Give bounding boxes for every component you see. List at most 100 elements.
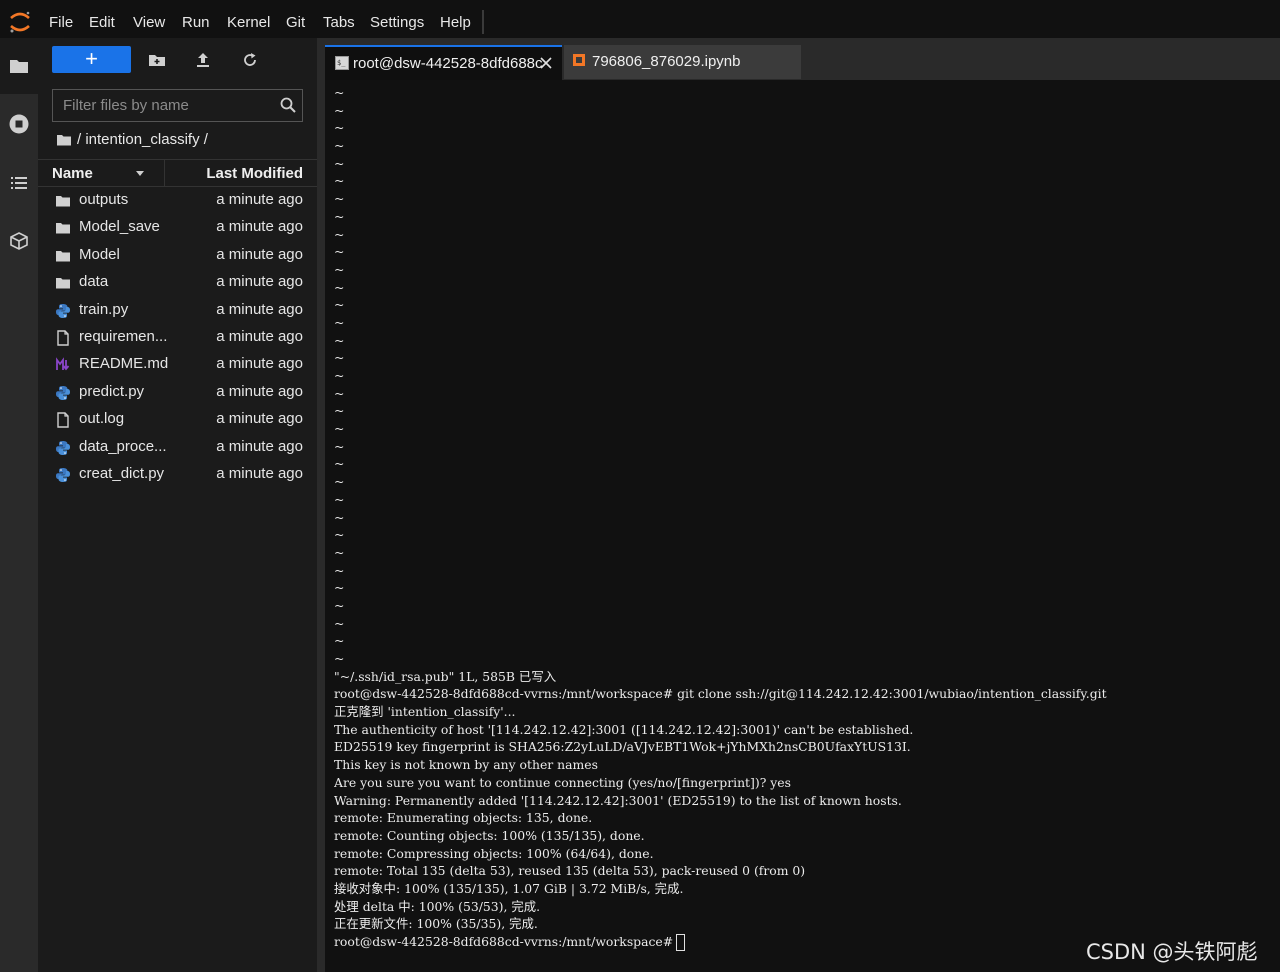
terminal-tilde-line: ~ [334, 261, 345, 277]
file-row[interactable]: predict.py a minute ago [38, 379, 317, 406]
notebook-icon [573, 54, 585, 66]
close-icon[interactable] [539, 56, 553, 70]
column-divider[interactable] [164, 160, 165, 186]
file-modified: a minute ago [216, 191, 303, 208]
file-name: data [79, 273, 109, 291]
watermark: CSDN @头铁阿彪 [1086, 940, 1258, 964]
menu-kernel[interactable]: Kernel [227, 14, 270, 31]
text-file-icon [55, 330, 71, 346]
terminal-tilde-line: ~ [334, 332, 345, 348]
terminal-tilde-line: ~ [334, 85, 345, 100]
file-row[interactable]: Model_save a minute ago [38, 214, 317, 241]
terminal-tilde-line: ~ [334, 633, 345, 649]
file-name: creat_dict.py [79, 464, 165, 482]
search-icon[interactable] [279, 96, 297, 114]
sort-down-icon[interactable] [135, 168, 145, 178]
menu-run[interactable]: Run [182, 14, 210, 31]
terminal-tilde-line: ~ [334, 226, 345, 242]
terminal-prompt: root@dsw-442528-8dfd688cd-vvrns:/mnt/wor… [334, 934, 674, 949]
file-row[interactable]: outputs a minute ago [38, 187, 317, 214]
refresh-icon[interactable] [240, 50, 260, 70]
terminal-tilde-line: ~ [334, 403, 345, 419]
terminal-output: ~ ~ ~ ~ ~ ~ ~ ~ ~ ~ ~ ~ ~ ~ ~ ~ ~ ~ ~ ~ ~ ~ ~ ~ ~ ~ ~ ~ ~ ~ ~ ~ ~ "~/.ssh… [334, 84, 1274, 951]
menu-view[interactable]: View [133, 14, 165, 31]
terminal-tilde-line: ~ [334, 527, 345, 543]
file-name: Model_save [79, 218, 160, 236]
terminal-tilde-line: ~ [334, 474, 345, 490]
jupyterlab-window: File Edit View Run Kernel Git Tabs Setti… [0, 0, 1280, 972]
breadcrumb-path[interactable]: / intention_classify / [77, 131, 208, 148]
file-browser-panel: + / intention_classify / N [38, 38, 317, 972]
toc-icon[interactable] [8, 172, 30, 194]
terminal-line: remote: Total 135 (delta 53), reused 135… [334, 863, 806, 879]
file-row[interactable]: creat_dict.py a minute ago [38, 461, 317, 488]
terminal-tilde-line: ~ [334, 138, 345, 154]
menu-edit[interactable]: Edit [89, 14, 115, 31]
terminal-tilde-line: ~ [334, 597, 345, 613]
file-name: out.log [79, 410, 125, 428]
terminal-tilde-line: ~ [334, 102, 345, 118]
terminal-line: 正在更新文件: 100% (35/35), 完成. [334, 916, 538, 932]
jupyter-logo-icon [10, 11, 30, 33]
terminal-line: Warning: Permanently added '[114.242.12.… [334, 792, 902, 808]
python-file-icon [55, 385, 71, 401]
file-modified: a minute ago [216, 355, 303, 373]
folder-icon [55, 275, 71, 291]
folder-icon[interactable] [8, 55, 30, 77]
left-activity-bar [0, 38, 38, 972]
terminal-line: remote: Compressing objects: 100% (64/64… [334, 845, 654, 861]
column-name-header[interactable]: Name [52, 165, 93, 182]
menu-help[interactable]: Help [440, 14, 471, 31]
panel-splitter[interactable] [317, 38, 325, 972]
terminal-tilde-line: ~ [334, 509, 345, 525]
file-modified: a minute ago [216, 437, 303, 455]
tab-terminal-label: root@dsw-442528-8dfd688c [353, 55, 543, 72]
terminal-tilde-line: ~ [334, 297, 345, 313]
file-name: README.md [79, 355, 169, 373]
menu-git[interactable]: Git [286, 14, 305, 31]
extension-icon[interactable] [8, 230, 30, 252]
breadcrumb: / intention_classify / [56, 131, 208, 148]
terminal-tilde-line: ~ [334, 208, 345, 224]
terminal-tilde-line: ~ [334, 491, 345, 507]
file-modified: a minute ago [216, 300, 303, 318]
tab-terminal[interactable]: $_ root@dsw-442528-8dfd688c [325, 45, 562, 80]
file-row[interactable]: data_proce... a minute ago [38, 434, 317, 461]
file-row[interactable]: out.log a minute ago [38, 406, 317, 433]
terminal-tilde-line: ~ [334, 421, 345, 437]
menu-tabs[interactable]: Tabs [323, 14, 355, 31]
new-launcher-button[interactable]: + [52, 46, 131, 73]
terminal-icon: $_ [335, 56, 349, 70]
file-row[interactable]: Model a minute ago [38, 242, 317, 269]
terminal-line: 处理 delta 中: 100% (53/53), 完成. [334, 898, 541, 914]
menu-file[interactable]: File [49, 14, 73, 31]
terminal-tilde-line: ~ [334, 456, 345, 472]
terminal-line: The authenticity of host '[114.242.12.42… [334, 721, 914, 737]
file-row[interactable]: data a minute ago [38, 269, 317, 296]
running-icon[interactable] [8, 113, 30, 135]
column-modified-header[interactable]: Last Modified [206, 165, 303, 182]
terminal-line: This key is not known by any other names [334, 757, 598, 773]
file-name: requiremen... [79, 327, 168, 345]
terminal-view[interactable]: ~ ~ ~ ~ ~ ~ ~ ~ ~ ~ ~ ~ ~ ~ ~ ~ ~ ~ ~ ~ ~ ~ ~ ~ ~ ~ ~ ~ ~ ~ ~ ~ ~ "~/.ssh… [325, 80, 1280, 972]
terminal-tilde-line: ~ [334, 244, 345, 260]
terminal-line: remote: Enumerating objects: 135, done. [334, 810, 593, 826]
home-folder-icon[interactable] [56, 133, 72, 147]
file-name: train.py [79, 300, 129, 318]
new-folder-icon[interactable] [147, 50, 167, 70]
file-row[interactable]: requiremen... a minute ago [38, 324, 317, 351]
filter-files-input[interactable] [53, 90, 278, 121]
terminal-tilde-line: ~ [334, 120, 345, 136]
tab-notebook[interactable]: 796806_876029.ipynb [564, 45, 801, 79]
menu-divider [482, 10, 484, 34]
file-list: outputs a minute ago Model_save a minute ag… [38, 187, 317, 488]
menu-settings[interactable]: Settings [370, 14, 424, 31]
upload-icon[interactable] [193, 50, 213, 70]
folder-icon [55, 193, 71, 209]
file-row[interactable]: README.md a minute ago [38, 351, 317, 378]
terminal-tilde-line: ~ [334, 580, 345, 596]
folder-icon [55, 220, 71, 236]
file-row[interactable]: train.py a minute ago [38, 297, 317, 324]
document-tab-bar: $_ root@dsw-442528-8dfd688c 796806_87602… [325, 38, 1280, 80]
file-modified: a minute ago [216, 327, 303, 345]
